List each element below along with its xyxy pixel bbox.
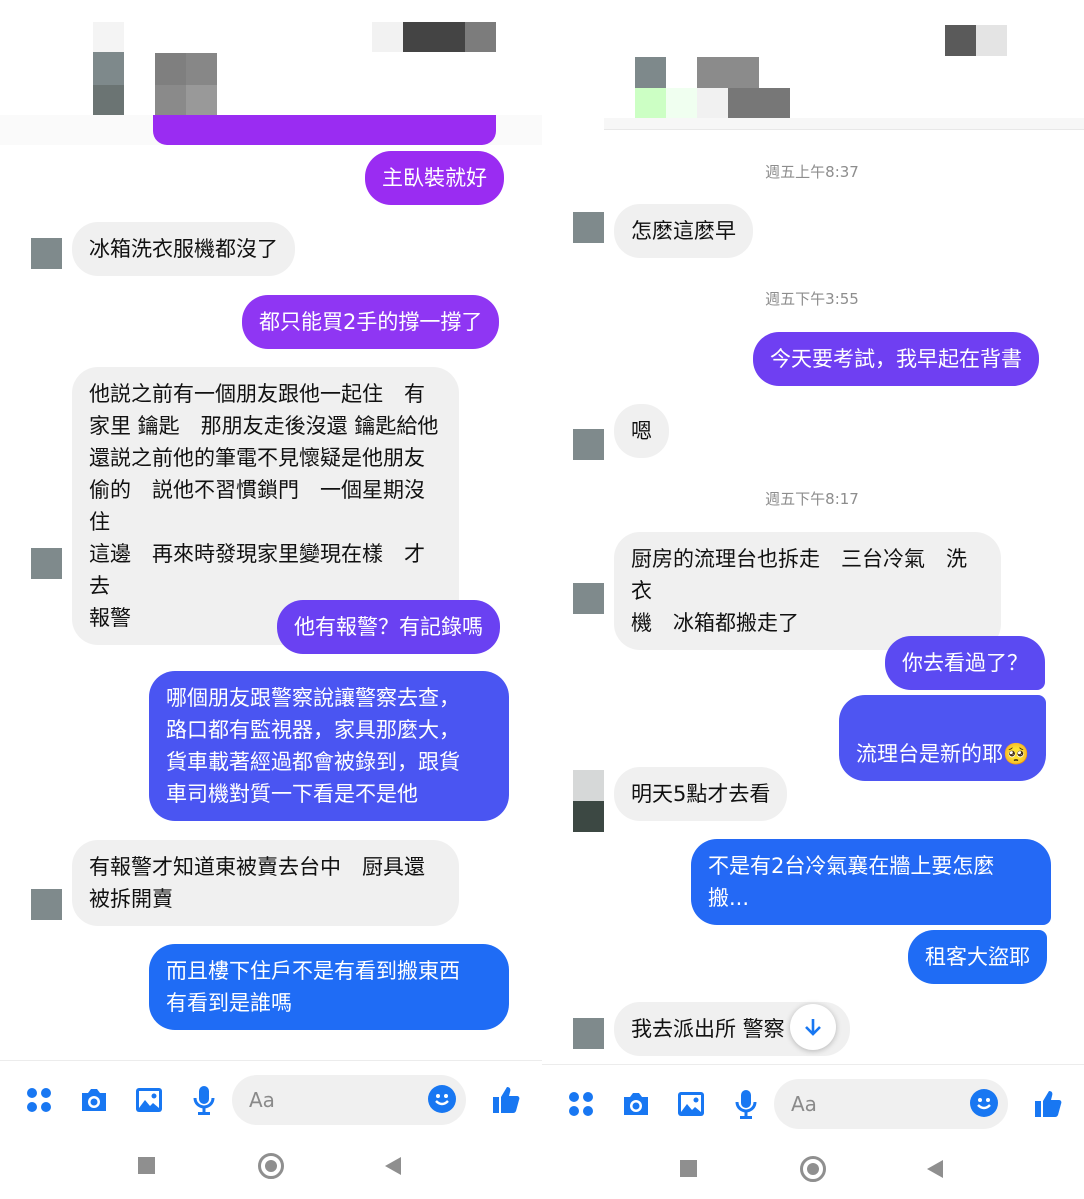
photo-gallery-icon[interactable] bbox=[673, 1086, 709, 1122]
contact-avatar[interactable] bbox=[573, 583, 604, 614]
emoji-icon[interactable] bbox=[428, 1085, 456, 1113]
camera-icon[interactable] bbox=[618, 1086, 654, 1122]
contact-avatar[interactable] bbox=[573, 212, 604, 243]
contact-avatar[interactable] bbox=[31, 548, 62, 579]
thumbs-up-icon[interactable] bbox=[488, 1082, 524, 1118]
contact-avatar[interactable] bbox=[31, 889, 62, 920]
contact-avatar-shadow bbox=[573, 801, 604, 832]
message-bubble-outgoing[interactable]: 不是有2台冷氣襄在牆上要怎麼 搬... bbox=[691, 839, 1051, 925]
emoji-icon[interactable] bbox=[970, 1089, 998, 1117]
message-input[interactable]: Aa bbox=[774, 1079, 1008, 1129]
timestamp: 週五下午3:55 bbox=[765, 290, 859, 308]
contact-avatar[interactable] bbox=[31, 238, 62, 269]
home-button[interactable] bbox=[258, 1153, 284, 1179]
timestamp: 週五上午8:37 bbox=[765, 163, 859, 181]
message-bubble-incoming[interactable]: 冰箱洗衣服機都沒了 bbox=[72, 222, 295, 276]
contact-avatar[interactable] bbox=[573, 1018, 604, 1049]
recents-button[interactable] bbox=[138, 1157, 155, 1174]
message-bubble-incoming[interactable]: 怎麽這麽早 bbox=[614, 204, 753, 258]
photo-gallery-icon[interactable] bbox=[131, 1082, 167, 1118]
message-bubble-outgoing[interactable]: 流理台是新的耶🥺 bbox=[839, 695, 1047, 781]
chat-screen-right: 週五上午8:37 怎麽這麽早 週五下午3:55 今天要考試，我早起在背書 嗯 週… bbox=[542, 0, 1084, 1199]
message-bubble-outgoing[interactable]: 哪個朋友跟警察說讓警察去查， 路口都有監視器，家具那麼大， 貨車載著經過都會被錄… bbox=[149, 671, 509, 821]
message-composer: Aa bbox=[0, 1060, 542, 1140]
pleading-face-emoji: 🥺 bbox=[1003, 742, 1030, 766]
apps-icon[interactable] bbox=[563, 1086, 599, 1122]
back-button[interactable] bbox=[385, 1157, 401, 1175]
message-bubble-outgoing[interactable]: 主臥裝就好 bbox=[365, 151, 504, 205]
message-input[interactable]: Aa bbox=[232, 1075, 466, 1125]
recents-button[interactable] bbox=[680, 1160, 697, 1177]
message-bubble-outgoing[interactable]: 都只能買2手的撐一撐了 bbox=[242, 295, 500, 349]
message-input-placeholder: Aa bbox=[791, 1092, 817, 1116]
home-button[interactable] bbox=[800, 1156, 826, 1182]
microphone-icon[interactable] bbox=[728, 1086, 764, 1122]
camera-icon[interactable] bbox=[76, 1082, 112, 1118]
chat-screen-left: 主臥裝就好 冰箱洗衣服機都沒了 都只能買2手的撐一撐了 他説之前有一個朋友跟他一… bbox=[0, 0, 542, 1199]
message-bubble-outgoing[interactable]: 今天要考試，我早起在背書 bbox=[753, 332, 1039, 386]
system-navigation-bar bbox=[0, 1129, 542, 1199]
system-navigation-bar bbox=[542, 1132, 1084, 1199]
message-bubble-outgoing[interactable]: 他有報警？有記錄嗎 bbox=[277, 600, 500, 654]
message-bubble-incoming[interactable]: 厨房的流理台也拆走 三台冷氣 洗衣 機 冰箱都搬走了 bbox=[614, 532, 1001, 650]
contact-avatar[interactable] bbox=[573, 770, 604, 801]
scroll-to-bottom-button[interactable] bbox=[790, 1004, 836, 1050]
thumbs-up-icon[interactable] bbox=[1030, 1086, 1066, 1122]
message-bubble-outgoing[interactable]: 你去看過了？ bbox=[885, 636, 1045, 690]
message-input-placeholder: Aa bbox=[249, 1088, 275, 1112]
message-bubble-outgoing[interactable]: 租客大盜耶 bbox=[908, 930, 1047, 984]
microphone-icon[interactable] bbox=[186, 1082, 222, 1118]
message-bubble-incoming[interactable]: 有報警才知道東被賣去台中 厨具還 被拆開賣 bbox=[72, 840, 459, 926]
back-button[interactable] bbox=[927, 1160, 943, 1178]
message-bubble-incoming[interactable]: 明天5點才去看 bbox=[614, 767, 788, 821]
apps-icon[interactable] bbox=[21, 1082, 57, 1118]
arrow-down-icon bbox=[805, 1019, 821, 1036]
message-bubble-incoming[interactable]: 嗯 bbox=[614, 404, 669, 458]
message-bubble-outgoing[interactable]: 而且樓下住戶不是有看到搬東西 有看到是誰嗎 bbox=[149, 944, 509, 1030]
timestamp: 週五下午8:17 bbox=[765, 490, 859, 508]
message-text: 流理台是新的耶 bbox=[856, 742, 1003, 766]
contact-avatar[interactable] bbox=[573, 429, 604, 460]
